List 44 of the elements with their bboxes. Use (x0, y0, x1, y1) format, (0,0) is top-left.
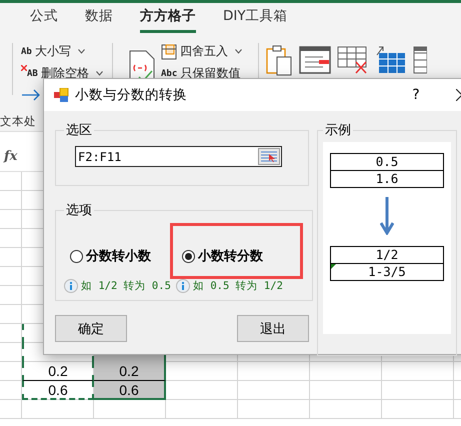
info-icon (176, 279, 190, 293)
example-cell: 1.6 (330, 170, 444, 188)
info-icon (64, 279, 78, 293)
grid-delete-icon (337, 45, 369, 75)
table-cell: 0.2 (94, 362, 166, 381)
help-button[interactable]: ? (396, 87, 436, 103)
ribbon-tab[interactable]: DIY工具箱 (223, 3, 288, 33)
hint-text: 如 1/2 转为 0.5 (81, 279, 171, 293)
example-cell: 1/2 (330, 246, 444, 264)
function-label: fx (4, 148, 18, 164)
ribbon-command[interactable]: 四舍五入 (161, 43, 242, 60)
delete-mark-icon (21, 65, 27, 71)
dialog-title: 小数与分数的转换 (75, 86, 188, 104)
range-field[interactable]: F2:F11 (75, 146, 282, 167)
ribbon-command[interactable]: AB 删除空格 (21, 65, 104, 82)
arrow-icon (21, 89, 41, 101)
table-icon (161, 44, 177, 60)
down-arrow-icon (380, 197, 394, 235)
ribbon-tab[interactable]: 公式 (30, 3, 58, 33)
group-legend: 选项 (64, 201, 94, 219)
window-icon (299, 45, 331, 75)
ribbon-command[interactable]: Ab 大小写 (21, 43, 104, 60)
dialog-button[interactable]: 确定 (55, 315, 127, 342)
group-legend: 示例 (323, 121, 353, 139)
cursor-icon (261, 151, 277, 162)
hint-text: 如 0.5 转为 1/2 (193, 279, 283, 293)
clipboard-icon (265, 45, 293, 77)
ribbon-tab[interactable]: 数据 (85, 3, 113, 33)
radio-option[interactable]: 小数转分数 (176, 247, 263, 265)
grid-icon (375, 45, 407, 75)
group-legend: 选区 (64, 121, 94, 139)
example-cell: 1-3/5 (330, 263, 444, 281)
table-cell: 0.6 (94, 381, 166, 400)
table-icon (413, 45, 427, 75)
ribbon-command[interactable]: Abc 只保留数值 (161, 65, 242, 82)
dialog-button[interactable]: 退出 (237, 315, 309, 342)
letters-icon: AB (27, 68, 38, 78)
letters-icon: Abc (161, 68, 178, 78)
group-label: 文本处 (0, 114, 36, 128)
radio-option[interactable]: 分数转小数 (64, 247, 151, 265)
range-picker-button[interactable] (258, 148, 280, 165)
app-icon (54, 88, 69, 102)
letters-icon: Ab (21, 46, 32, 56)
example-cell: 0.5 (330, 153, 444, 171)
